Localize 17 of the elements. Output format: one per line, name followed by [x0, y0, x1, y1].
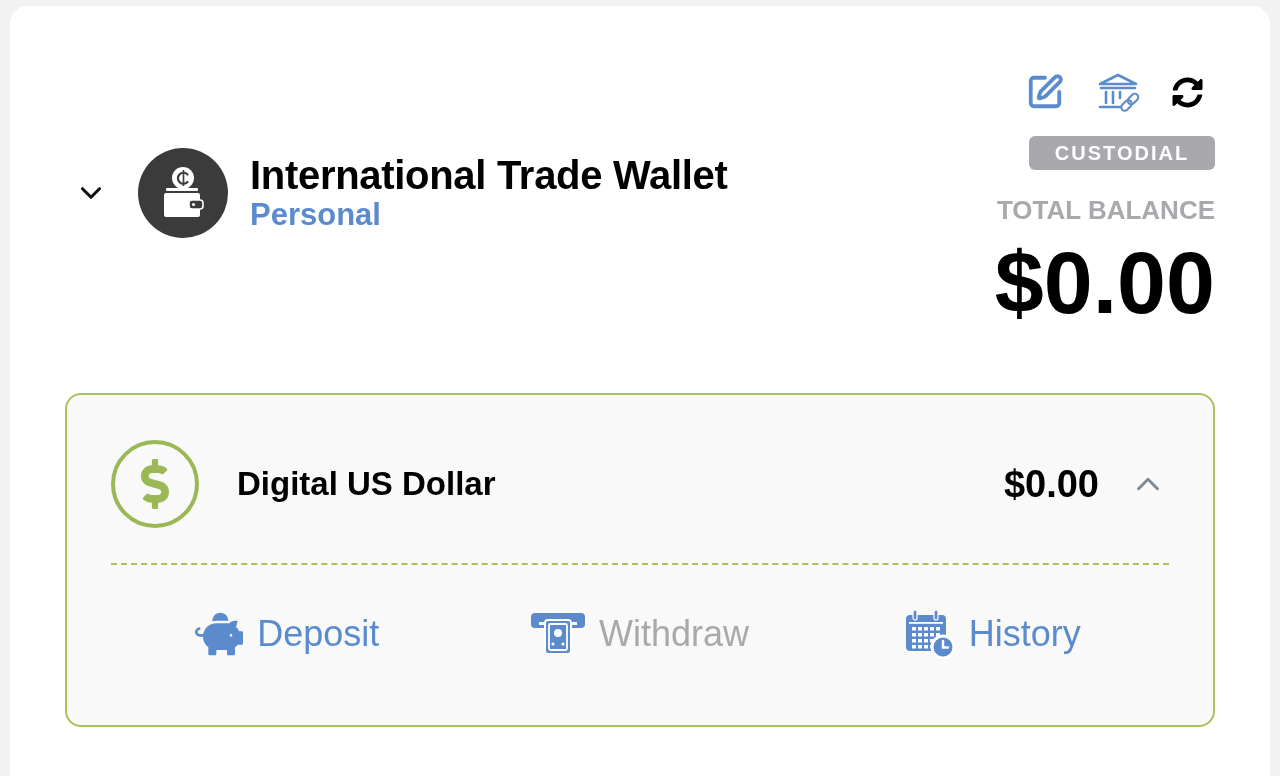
refresh-icon[interactable] [1172, 76, 1203, 108]
balance-label: TOTAL BALANCE [996, 195, 1215, 225]
bank-link-icon[interactable] [1096, 72, 1140, 112]
wallet-avatar-icon [138, 148, 228, 238]
custody-badge: CUSTODIAL [1029, 136, 1215, 170]
total-balance: $0.00 [994, 239, 1215, 327]
deposit-button[interactable]: Deposit [195, 609, 380, 659]
cash-withdrawal-icon [530, 613, 585, 655]
edit-icon[interactable] [1026, 73, 1064, 111]
calendar-clock-icon [904, 609, 955, 659]
wallet-type: Personal [250, 197, 382, 233]
history-button[interactable]: History [904, 609, 1081, 659]
dollar-coin-icon [111, 440, 199, 528]
wallet-name: International Trade Wallet [250, 153, 728, 197]
piggy-bank-icon [195, 610, 244, 658]
asset-name: Digital US Dollar [237, 464, 496, 505]
asset-balance: $0.00 [1003, 461, 1099, 507]
